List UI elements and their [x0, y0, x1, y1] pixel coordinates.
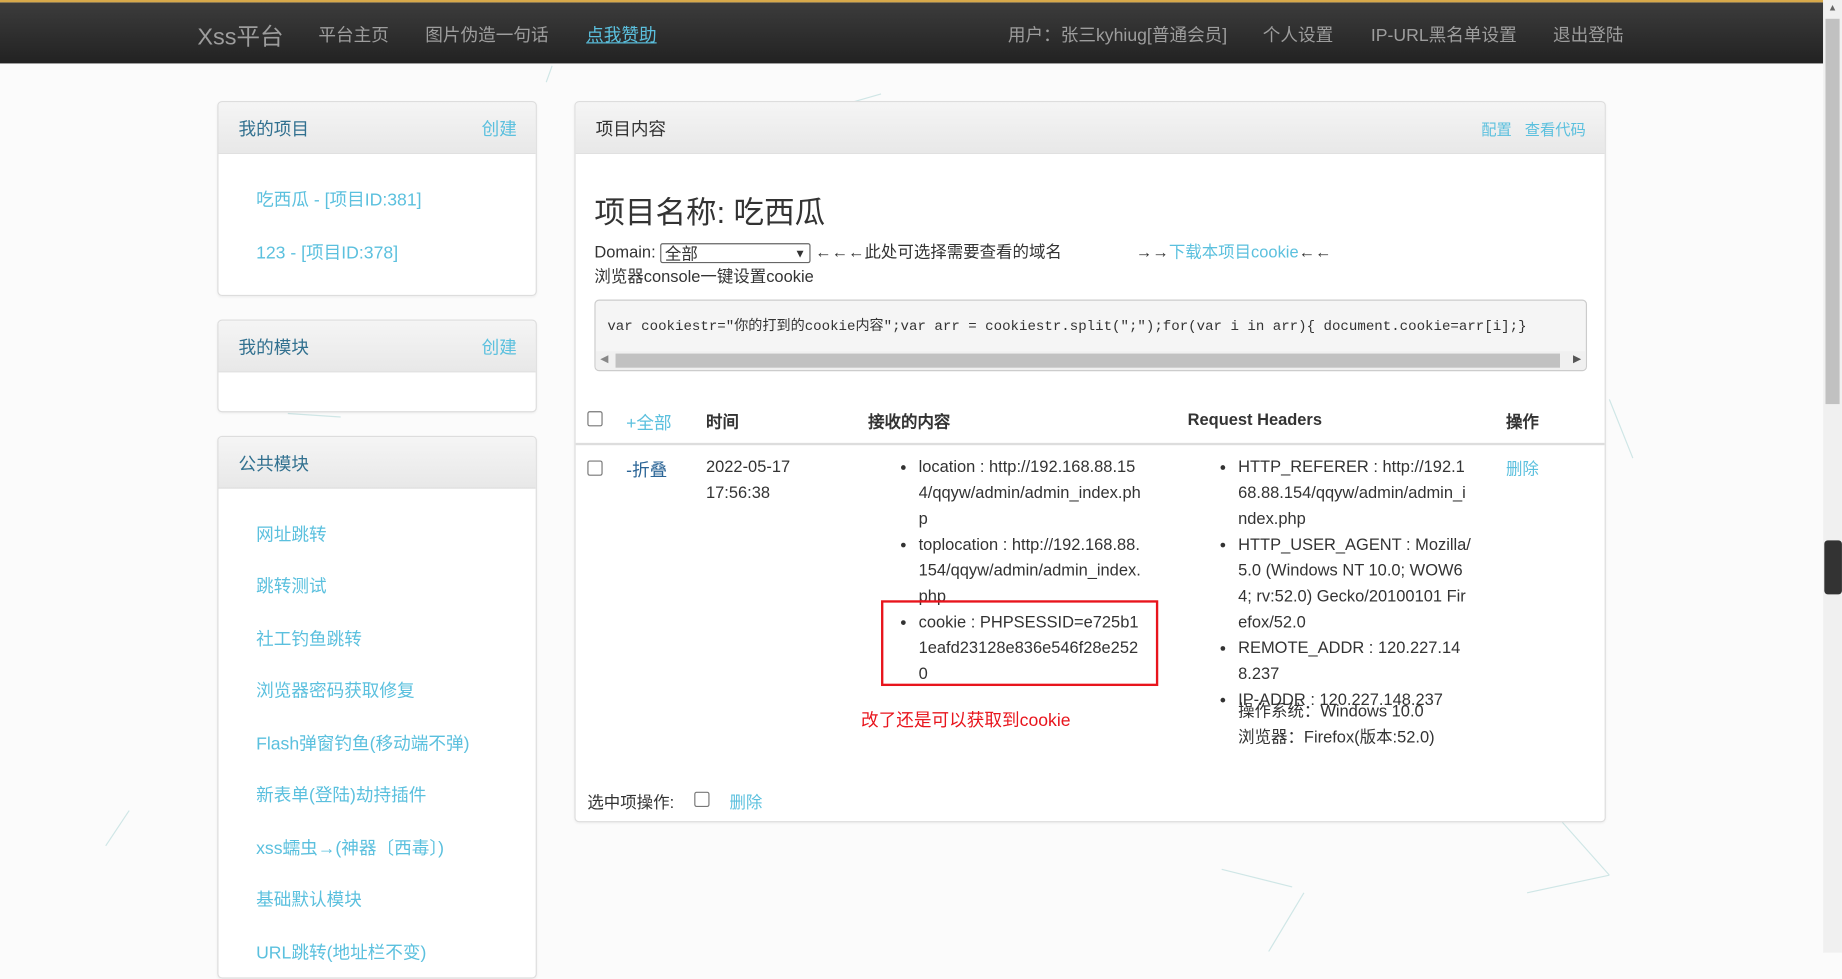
col-action: 操作: [1505, 412, 1539, 432]
scroll-up-icon[interactable]: ▲: [1828, 2, 1837, 13]
col-content: 接收的内容: [868, 412, 951, 432]
header-item: HTTP_REFERER : http://192.168.88.154/qqy…: [1238, 453, 1473, 531]
nav-user[interactable]: 用户：张三kyhiug[普通会员]: [1008, 22, 1227, 47]
module-item[interactable]: URL跳转(地址栏不变): [256, 940, 426, 965]
project-item[interactable]: 吃西瓜 - [项目ID:381]: [256, 187, 421, 212]
module-item[interactable]: 新表单(登陆)劫持插件: [256, 782, 426, 807]
project-content-panel: 项目内容 配置 查看代码 项目名称: 吃西瓜 Domain: 全部 ▼ ←←←此处…: [574, 101, 1606, 823]
nav-image-forge[interactable]: 图片伪造一句话: [425, 22, 548, 47]
row-date: 2022-05-17: [705, 456, 791, 476]
scroll-right-icon[interactable]: ▶: [1573, 352, 1581, 365]
brand-logo[interactable]: Xss平台: [197, 18, 283, 52]
bulk-select-checkbox[interactable]: [694, 791, 710, 808]
project-title: 项目名称: 吃西瓜: [594, 195, 826, 231]
bulk-action-label: 选中项操作:: [587, 792, 675, 812]
nav-ip-blacklist[interactable]: IP-URL黑名单设置: [1371, 22, 1517, 47]
annotation-text: 改了还是可以获取到cookie: [861, 710, 1071, 731]
domain-select-value: 全部: [664, 244, 698, 263]
create-project-button[interactable]: 创建: [482, 116, 517, 141]
create-module-button[interactable]: 创建: [482, 335, 517, 360]
table-header-divider: [575, 442, 1605, 446]
my-projects-panel: 我的项目 创建 吃西瓜 - [项目ID:381] 123 - [项目ID:378]: [217, 101, 537, 297]
nav-sponsor[interactable]: 点我赞助: [586, 22, 657, 47]
panel-title: 我的模块: [238, 338, 309, 359]
module-item[interactable]: 浏览器密码获取修复: [256, 678, 415, 703]
console-hint: 浏览器console一键设置cookie: [594, 266, 814, 286]
nav-home[interactable]: 平台主页: [318, 22, 389, 47]
header-item: HTTP_USER_AGENT : Mozilla/5.0 (Windows N…: [1238, 531, 1473, 634]
row-checkbox[interactable]: [587, 460, 603, 476]
public-modules-panel: 公共模块 网址跳转 跳转测试 社工钓鱼跳转 浏览器密码获取修复 Flash弹窗钓…: [217, 435, 537, 979]
code-text: var cookiestr="你的打到的cookie内容";var arr = …: [607, 318, 1527, 335]
header-item: REMOTE_ADDR : 120.227.148.237: [1238, 634, 1473, 686]
panel-title: 公共模块: [238, 454, 309, 475]
module-item[interactable]: 社工钓鱼跳转: [256, 626, 362, 651]
col-time: 时间: [705, 412, 739, 432]
nav-logout[interactable]: 退出登陆: [1553, 22, 1624, 47]
top-navbar: Xss平台 平台主页 图片伪造一句话 点我赞助 用户：张三kyhiug[普通会员…: [0, 0, 1824, 64]
row-time: 17:56:38: [705, 482, 771, 502]
bulk-delete-link[interactable]: 删除: [729, 791, 762, 814]
col-request-headers: Request Headers: [1187, 409, 1322, 429]
collapse-button[interactable]: -折叠: [626, 457, 667, 482]
module-item[interactable]: 跳转测试: [256, 573, 327, 598]
chevron-down-icon: ▼: [794, 247, 806, 261]
arrow-prefix: →→: [1135, 241, 1169, 261]
panel-title: 项目内容: [595, 119, 667, 140]
scrollbar-thumb[interactable]: [615, 353, 1561, 368]
panel-title: 我的项目: [238, 119, 309, 140]
os-info: 操作系统：Windows 10.0: [1238, 701, 1424, 721]
domain-select[interactable]: 全部 ▼: [660, 242, 811, 263]
horizontal-scrollbar[interactable]: ◀ ▶: [595, 351, 1586, 371]
nav-settings[interactable]: 个人设置: [1263, 22, 1334, 47]
module-item[interactable]: Flash弹窗钓鱼(移动端不弹): [256, 731, 469, 756]
domain-hint: ←←←此处可选择需要查看的域名: [815, 241, 1062, 261]
domain-label: Domain:: [594, 241, 656, 261]
module-item[interactable]: 基础默认模块: [256, 887, 362, 912]
module-item[interactable]: 网址跳转: [256, 522, 327, 547]
browser-info: 浏览器：Firefox(版本:52.0): [1238, 727, 1435, 746]
delete-row-link[interactable]: 删除: [1506, 457, 1539, 480]
arrow-suffix: ←←: [1298, 241, 1332, 261]
module-item[interactable]: xss蠕虫→(神器〔西毒〕): [256, 835, 444, 860]
view-code-link[interactable]: 查看代码: [1525, 117, 1586, 139]
expand-all-button[interactable]: +全部: [626, 410, 672, 435]
scrollbar-thumb[interactable]: [1825, 18, 1840, 405]
project-item[interactable]: 123 - [项目ID:378]: [256, 240, 398, 265]
select-all-checkbox[interactable]: [587, 411, 603, 427]
scroll-left-icon[interactable]: ◀: [600, 352, 608, 365]
code-block[interactable]: var cookiestr="你的打到的cookie内容";var arr = …: [594, 299, 1588, 372]
config-link[interactable]: 配置: [1481, 117, 1512, 139]
my-modules-panel: 我的模块 创建: [217, 319, 537, 413]
page-scrollbar[interactable]: ▲: [1823, 0, 1842, 953]
request-headers-list: HTTP_REFERER : http://192.168.88.154/qqy…: [1217, 453, 1473, 711]
highlight-box: [881, 600, 1159, 687]
content-item: location : http://192.168.88.154/qqyw/ad…: [919, 453, 1142, 531]
download-cookie-link[interactable]: 下载本项目cookie: [1169, 242, 1299, 261]
side-widget[interactable]: [1824, 540, 1842, 595]
content-item: toplocation : http://192.168.88.154/qqyw…: [919, 531, 1142, 609]
